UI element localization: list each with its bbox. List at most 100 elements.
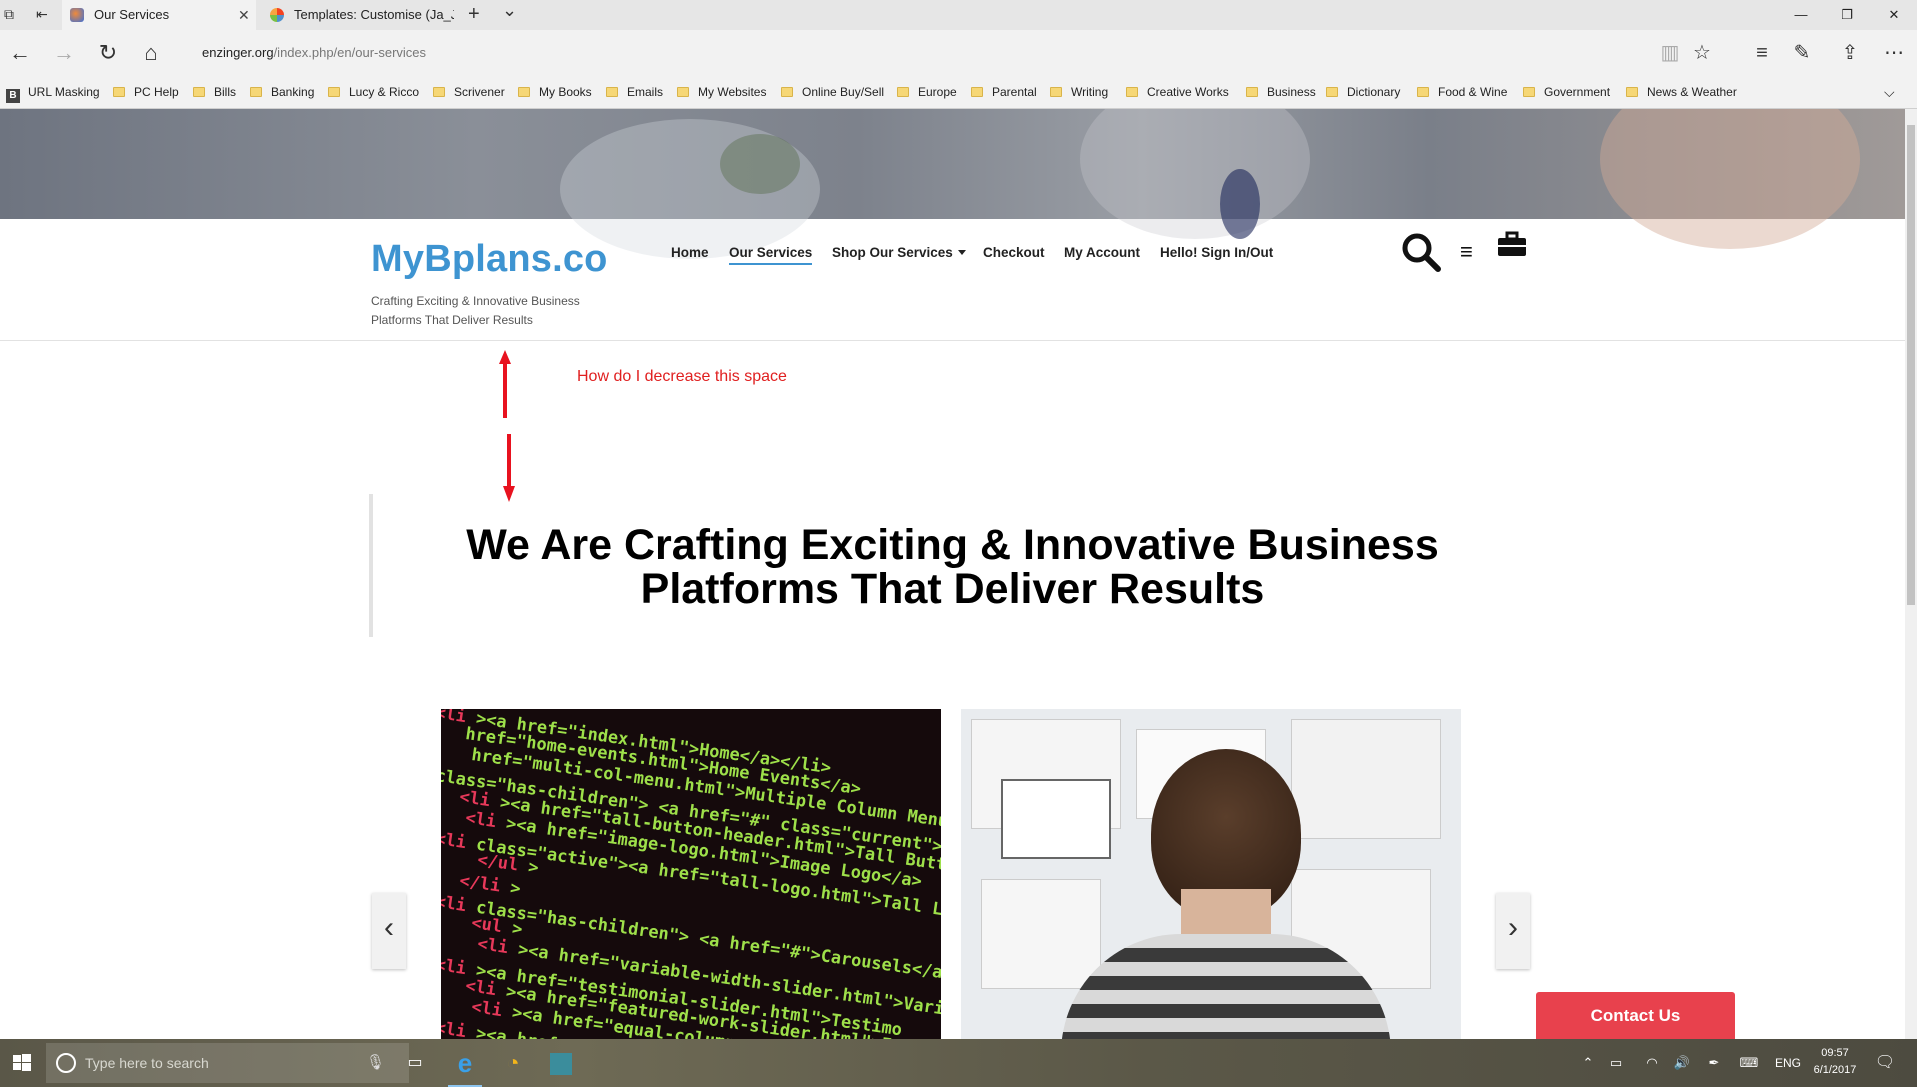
share-icon[interactable]: ⇪ xyxy=(1832,30,1868,76)
microphone-icon[interactable]: 🎙 xyxy=(366,1053,385,1071)
favorites-overflow-chevron-icon[interactable]: ⌵ xyxy=(1884,76,1895,109)
contact-us-button[interactable]: Contact Us xyxy=(1536,992,1735,1039)
tab-preview-icon[interactable]: ⧉ xyxy=(4,6,14,23)
app-store-icon[interactable] xyxy=(544,1039,578,1087)
favorite-folder[interactable]: Government xyxy=(1523,76,1610,109)
url-field[interactable]: enzinger.org/index.php/en/our-services xyxy=(202,30,426,76)
favorite-folder[interactable]: My Books xyxy=(518,76,592,109)
cortana-circle-icon xyxy=(56,1053,76,1073)
windows-start-icon[interactable] xyxy=(0,1039,44,1087)
favorite-folder[interactable]: Europe xyxy=(897,76,957,109)
clock-time: 09:57 xyxy=(1821,1047,1849,1059)
hero-banner-image xyxy=(0,109,1905,259)
annotation-arrow-up-icon xyxy=(499,350,511,418)
refresh-icon[interactable]: ↻ xyxy=(88,30,128,76)
menu-sign-in-out[interactable]: Hello! Sign In/Out xyxy=(1160,245,1273,260)
site-favicon-icon xyxy=(70,8,84,22)
carousel-prev-button[interactable]: ‹ xyxy=(372,893,406,969)
language-indicator[interactable]: ENG xyxy=(1770,1039,1806,1087)
back-arrow-icon[interactable]: ← xyxy=(0,30,40,76)
carousel-card-person-image[interactable] xyxy=(961,709,1461,1039)
folder-icon xyxy=(193,87,205,97)
favorite-folder[interactable]: Creative Works xyxy=(1126,76,1229,109)
tab-label: Our Services xyxy=(94,7,170,22)
app-clock-icon[interactable]: ◔ xyxy=(496,1039,530,1087)
menu-my-account[interactable]: My Account xyxy=(1064,245,1140,260)
favorite-folder[interactable]: Emails xyxy=(606,76,663,109)
favorite-folder[interactable]: PC Help xyxy=(113,76,179,109)
task-view-icon[interactable]: ▭ xyxy=(400,1039,430,1087)
carousel-next-button[interactable]: › xyxy=(1496,893,1530,969)
new-tab-button[interactable]: + xyxy=(468,3,480,26)
volume-icon[interactable]: 🔊 xyxy=(1670,1039,1694,1087)
more-icon[interactable]: ⋯ xyxy=(1876,30,1912,76)
favorite-folder[interactable]: Banking xyxy=(250,76,314,109)
set-tabs-aside-icon[interactable]: ⇤ xyxy=(36,6,48,23)
favorite-folder[interactable]: Lucy & Ricco xyxy=(328,76,419,109)
dropdown-caret-icon xyxy=(957,250,966,255)
show-hidden-icons-chevron-icon[interactable]: ⌃ xyxy=(1578,1039,1598,1087)
minimize-button[interactable]: — xyxy=(1778,0,1824,30)
page-headline: We Are Crafting Exciting & Innovative Bu… xyxy=(466,521,1439,613)
search-icon[interactable] xyxy=(1400,231,1442,273)
wifi-icon[interactable]: ◠ xyxy=(1640,1039,1664,1087)
favorite-star-icon[interactable]: ☆ xyxy=(1684,30,1720,76)
restore-button[interactable]: ❐ xyxy=(1824,0,1870,30)
menu-shop-our-services[interactable]: Shop Our Services xyxy=(832,245,966,260)
folder-icon xyxy=(897,87,909,97)
folder-icon xyxy=(1326,87,1338,97)
folder-icon xyxy=(606,87,618,97)
folder-icon xyxy=(971,87,983,97)
favorite-folder[interactable]: Bills xyxy=(193,76,236,109)
tab-our-services[interactable]: Our Services ✕ xyxy=(62,0,256,30)
joomla-favicon-icon xyxy=(270,8,284,22)
hub-icon[interactable]: ≡ xyxy=(1744,30,1780,76)
reading-view-icon[interactable]: ▥ xyxy=(1652,30,1688,76)
menu-our-services[interactable]: Our Services xyxy=(729,245,813,265)
notifications-icon[interactable]: 🗨 xyxy=(1870,1039,1900,1087)
favorite-folder[interactable]: Food & Wine xyxy=(1417,76,1507,109)
folder-icon xyxy=(1126,87,1138,97)
close-window-button[interactable]: ✕ xyxy=(1871,0,1917,30)
b-icon: B xyxy=(6,89,20,103)
favorite-folder[interactable]: Scrivener xyxy=(433,76,505,109)
tab-templates[interactable]: Templates: Customise (Ja_Ja xyxy=(258,0,454,30)
folder-icon xyxy=(1626,87,1638,97)
hamburger-menu-icon[interactable]: ≡ xyxy=(1460,239,1473,265)
tab-list-button[interactable]: ⌄ xyxy=(502,0,517,21)
pen-icon[interactable]: ✒ xyxy=(1702,1039,1726,1087)
home-icon[interactable]: ⌂ xyxy=(131,30,171,76)
forward-arrow-icon: → xyxy=(53,40,75,65)
site-logo[interactable]: MyBplans.co xyxy=(371,238,608,281)
menu-home[interactable]: Home xyxy=(671,245,709,260)
tab-label: Templates: Customise (Ja_Ja xyxy=(294,7,454,22)
favorite-folder[interactable]: Parental xyxy=(971,76,1037,109)
favorite-folder[interactable]: My Websites xyxy=(677,76,766,109)
briefcase-cart-icon[interactable] xyxy=(1497,231,1527,257)
carousel-card-code-image[interactable]: <li ><a href="index.html">Home</a></li> h… xyxy=(441,709,941,1039)
menu-checkout[interactable]: Checkout xyxy=(983,245,1045,260)
folder-icon xyxy=(328,87,340,97)
url-host: enzinger.org xyxy=(202,45,274,60)
keyboard-icon[interactable]: ⌨ xyxy=(1734,1039,1764,1087)
favorite-url-masking[interactable]: B URL Masking xyxy=(6,76,100,109)
browser-tab-bar: ⧉ ⇤ Our Services ✕ Templates: Customise … xyxy=(0,0,1917,30)
folder-icon xyxy=(1050,87,1062,97)
web-note-icon[interactable]: ✎ xyxy=(1784,30,1820,76)
folder-icon xyxy=(113,87,125,97)
favorite-folder[interactable]: Dictionary xyxy=(1326,76,1400,109)
favorite-folder[interactable]: Business xyxy=(1246,76,1316,109)
site-tagline: Crafting Exciting & Innovative Business … xyxy=(371,294,580,327)
favorite-folder[interactable]: Writing xyxy=(1050,76,1108,109)
clock-date: 6/1/2017 xyxy=(1813,1064,1857,1076)
taskbar-clock[interactable]: 09:57 6/1/2017 xyxy=(1805,1045,1865,1079)
favorite-folder[interactable]: News & Weather xyxy=(1626,76,1737,109)
blockquote-bar xyxy=(369,494,373,637)
taskbar-search-box[interactable]: Type here to search 🎙 xyxy=(46,1043,409,1083)
close-tab-icon[interactable]: ✕ xyxy=(238,0,250,30)
address-bar: ← → ↻ ⌂ enzinger.org/index.php/en/our-se… xyxy=(0,30,1917,76)
scrollbar-thumb[interactable] xyxy=(1907,125,1915,605)
battery-icon[interactable]: ▭ xyxy=(1604,1039,1628,1087)
edge-browser-icon[interactable]: e xyxy=(448,1039,482,1087)
favorite-folder[interactable]: Online Buy/Sell xyxy=(781,76,884,109)
